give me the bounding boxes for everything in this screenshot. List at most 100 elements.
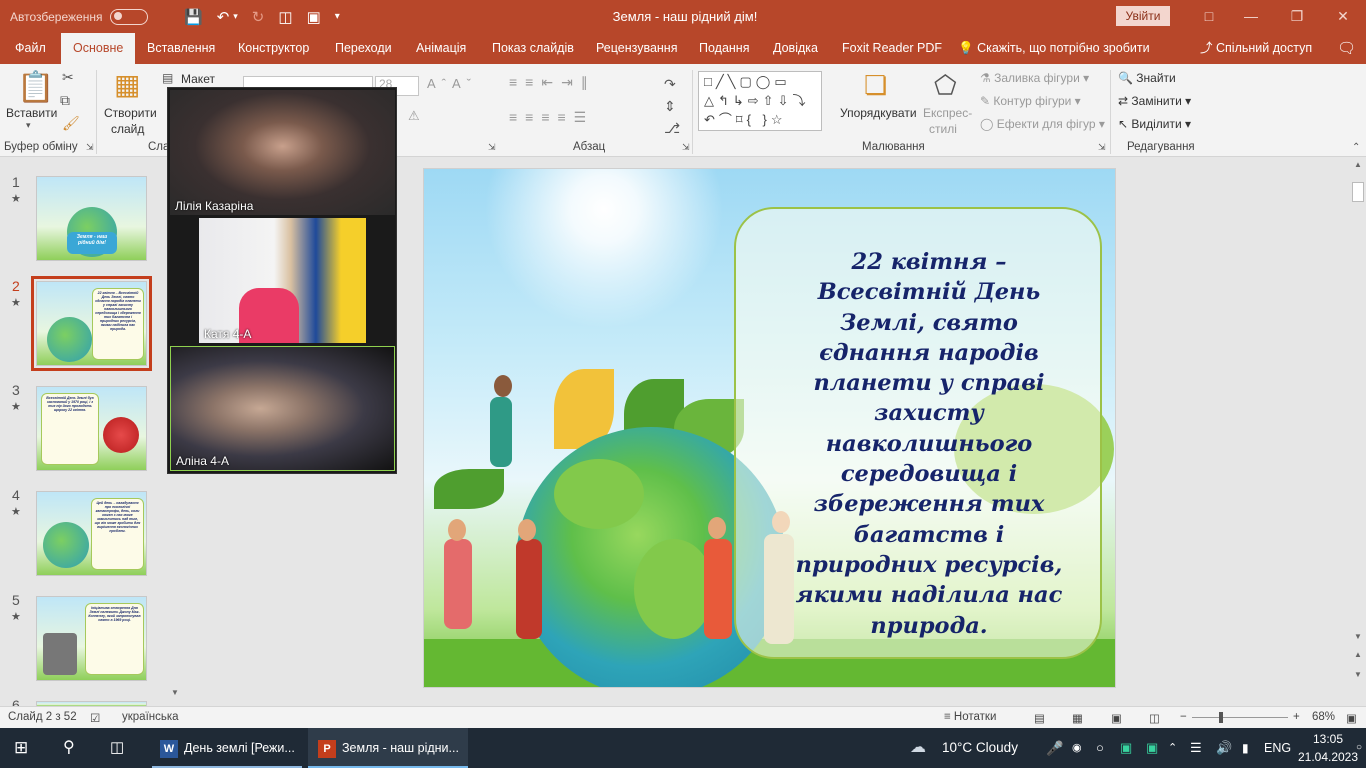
search-icon[interactable]: ⚲ [63, 728, 75, 768]
previous-slide-icon[interactable]: ▲ [1352, 650, 1364, 662]
green-tray-icon[interactable]: ▣ [1120, 728, 1132, 768]
slide-thumbnail-1[interactable]: Земля - наш рідний дім! [36, 176, 147, 261]
participant-tile[interactable]: Катя 4-А [199, 218, 366, 343]
tab-insert[interactable]: Вставлення [147, 33, 215, 64]
next-slide-icon[interactable]: ▼ [1352, 670, 1364, 682]
list-icons[interactable]: ≡≡⇤⇥∥ [509, 74, 596, 91]
notification-icon[interactable]: ○ [1356, 728, 1362, 768]
layout-button[interactable]: Макет [181, 72, 215, 86]
text-direction-icon[interactable]: ↷ [664, 76, 676, 93]
undo-dropdown-icon[interactable]: ▾ [233, 11, 238, 22]
microphone-icon[interactable]: 🎤 [1046, 728, 1063, 768]
volume-icon[interactable]: 🔊 [1216, 728, 1232, 768]
tab-transitions[interactable]: Переходи [335, 33, 392, 64]
scroll-up-icon[interactable]: ▲ [1352, 160, 1364, 172]
layout-icon[interactable]: ▤ [162, 71, 173, 85]
close-icon[interactable]: ✕ [1320, 0, 1366, 33]
save-icon[interactable]: 💾 [184, 8, 203, 26]
quick-styles-icon[interactable]: ⬠ [934, 70, 957, 101]
slide-thumbnail-3[interactable]: Всесвітній День Землі був заснований у 1… [36, 386, 147, 471]
video-call-panel[interactable]: Лілія Казаріна Катя 4-А Аліна 4-А [167, 87, 397, 474]
font-launcher-icon[interactable]: ⇲ [488, 142, 496, 153]
tab-foxit[interactable]: Foxit Reader PDF [842, 33, 942, 64]
smartart-icon[interactable]: ⎇ [664, 120, 680, 137]
green-tray-icon-2[interactable]: ▣ [1146, 728, 1158, 768]
paste-dropdown-icon[interactable]: ▾ [26, 120, 31, 131]
input-language[interactable]: ENG [1264, 728, 1291, 768]
reading-view-icon[interactable]: ▣ [1111, 711, 1122, 725]
slide-thumbnail-5[interactable]: Ініціатива створення Дня Землі належить … [36, 596, 147, 681]
share-button[interactable]: ⤴ Спільний доступ [1200, 33, 1312, 64]
thumbs-scroll-down[interactable]: ▼ [169, 688, 181, 702]
autosave-switch[interactable] [110, 8, 149, 25]
new-slide-icon[interactable]: ▦ [114, 68, 140, 101]
slideshow-icon[interactable]: ▣ [307, 8, 321, 26]
slideshow-view-icon[interactable]: ◫ [1149, 711, 1160, 725]
taskbar-powerpoint-label[interactable]: P Земля - наш рідни... [318, 728, 459, 768]
task-view-icon[interactable]: ◫ [110, 728, 124, 768]
shape-fill-button[interactable]: ⚗ Заливка фігури ▾ [980, 71, 1089, 85]
slide-thumbnail-2[interactable]: 22 квітня – Всесвітній День Землі, свято… [31, 276, 152, 371]
comments-icon[interactable]: 🗨 [1337, 33, 1356, 64]
fit-to-window-icon[interactable]: ▣ [1346, 711, 1357, 725]
format-painter-icon[interactable]: 🖌 [62, 115, 80, 132]
replace-button[interactable]: ⇄ Замінити ▾ [1118, 94, 1191, 108]
tab-file[interactable]: Файл [15, 33, 46, 64]
weather-text[interactable]: 10°C Cloudy [942, 728, 1018, 768]
slide-canvas[interactable]: 22 квітня – Всесвітній День Землі, свято… [423, 168, 1116, 688]
restore-icon[interactable]: ❐ [1274, 0, 1320, 33]
clock-date[interactable]: 21.04.2023 [1296, 750, 1360, 764]
find-button[interactable]: 🔍 Знайти [1118, 71, 1176, 85]
slide-main-text[interactable]: 22 квітня – Всесвітній День Землі, свято… [784, 247, 1074, 641]
show-hidden-icons[interactable]: ⌃ [1168, 728, 1177, 768]
cut-icon[interactable]: ✂ [62, 69, 74, 86]
select-button[interactable]: ↖ Виділити ▾ [1118, 117, 1191, 131]
taskbar-word-label[interactable]: W День землі [Режи... [160, 728, 295, 768]
quick-styles-label-1[interactable]: Експрес- [923, 106, 972, 120]
network-tray-icon[interactable]: ○ [1096, 728, 1104, 768]
language-indicator[interactable]: українська [122, 711, 179, 723]
tab-help[interactable]: Довідка [773, 33, 818, 64]
clipboard-launcher-icon[interactable]: ⇲ [86, 142, 94, 153]
tell-me-search[interactable]: 💡 Скажіть, що потрібно зробити [958, 33, 1150, 64]
zoom-in-icon[interactable]: + [1293, 711, 1300, 723]
tab-design[interactable]: Конструктор [238, 33, 309, 64]
scroll-down-icon[interactable]: ▼ [1352, 632, 1364, 644]
slide-sorter-icon[interactable]: ▦ [1072, 711, 1083, 725]
zoom-out-icon[interactable]: − [1180, 711, 1187, 723]
arrange-button[interactable]: Упорядкувати [840, 106, 917, 120]
presenter-icon[interactable]: ◫ [278, 8, 292, 26]
wifi-icon[interactable]: ☰ [1190, 728, 1202, 768]
windows-start-icon[interactable]: ⊞ [14, 728, 28, 768]
shapes-gallery[interactable]: □╱╲▢◯▭ △↰↳⇨⇧⇩⤵ ↶⌒⌑{ }☆ [698, 71, 822, 131]
participant-tile-active[interactable]: Аліна 4-А [170, 346, 395, 471]
paste-icon[interactable]: 📋 [17, 70, 54, 105]
tab-view[interactable]: Подання [699, 33, 749, 64]
customize-toolbar-icon[interactable]: ▾ [335, 11, 340, 22]
collapse-ribbon-icon[interactable]: ⌃ [1352, 142, 1360, 153]
shape-effects-button[interactable]: ◯ Ефекти для фігур ▾ [980, 117, 1105, 131]
new-slide-label-1[interactable]: Створити [104, 106, 157, 120]
align-icons[interactable]: ≡≡≡≡☰ [509, 109, 594, 126]
tab-slideshow[interactable]: Показ слайдів [492, 33, 574, 64]
normal-view-icon[interactable]: ▤ [1034, 711, 1045, 725]
editor-scrollbar[interactable]: ▲ ▼ ▲ ▼ [1350, 158, 1366, 706]
arrange-icon[interactable]: ❏ [864, 70, 887, 101]
ribbon-display-icon[interactable]: □ [1186, 0, 1232, 33]
tab-review[interactable]: Рецензування [596, 33, 677, 64]
align-text-icon[interactable]: ⇕ [664, 98, 676, 115]
zoom-tray-icon[interactable]: ◉ [1072, 728, 1082, 768]
font-grow-shrink-icons[interactable]: AˆAˇ [427, 76, 477, 91]
zoom-slider[interactable] [1192, 717, 1288, 718]
tab-home[interactable]: Основне [61, 33, 136, 64]
paragraph-launcher-icon[interactable]: ⇲ [682, 142, 690, 153]
undo-icon[interactable]: ↶ [217, 8, 230, 26]
quick-styles-label-2[interactable]: стилі [929, 122, 957, 136]
copy-icon[interactable]: ⧉ [60, 92, 70, 109]
new-slide-label-2[interactable]: слайд [111, 122, 144, 136]
zoom-slider-thumb[interactable] [1219, 712, 1223, 723]
drawing-launcher-icon[interactable]: ⇲ [1098, 142, 1106, 153]
signin-button[interactable]: Увійти [1116, 6, 1170, 26]
tab-animations[interactable]: Анімація [416, 33, 466, 64]
notes-button[interactable]: ≡ Нотатки [944, 711, 996, 723]
